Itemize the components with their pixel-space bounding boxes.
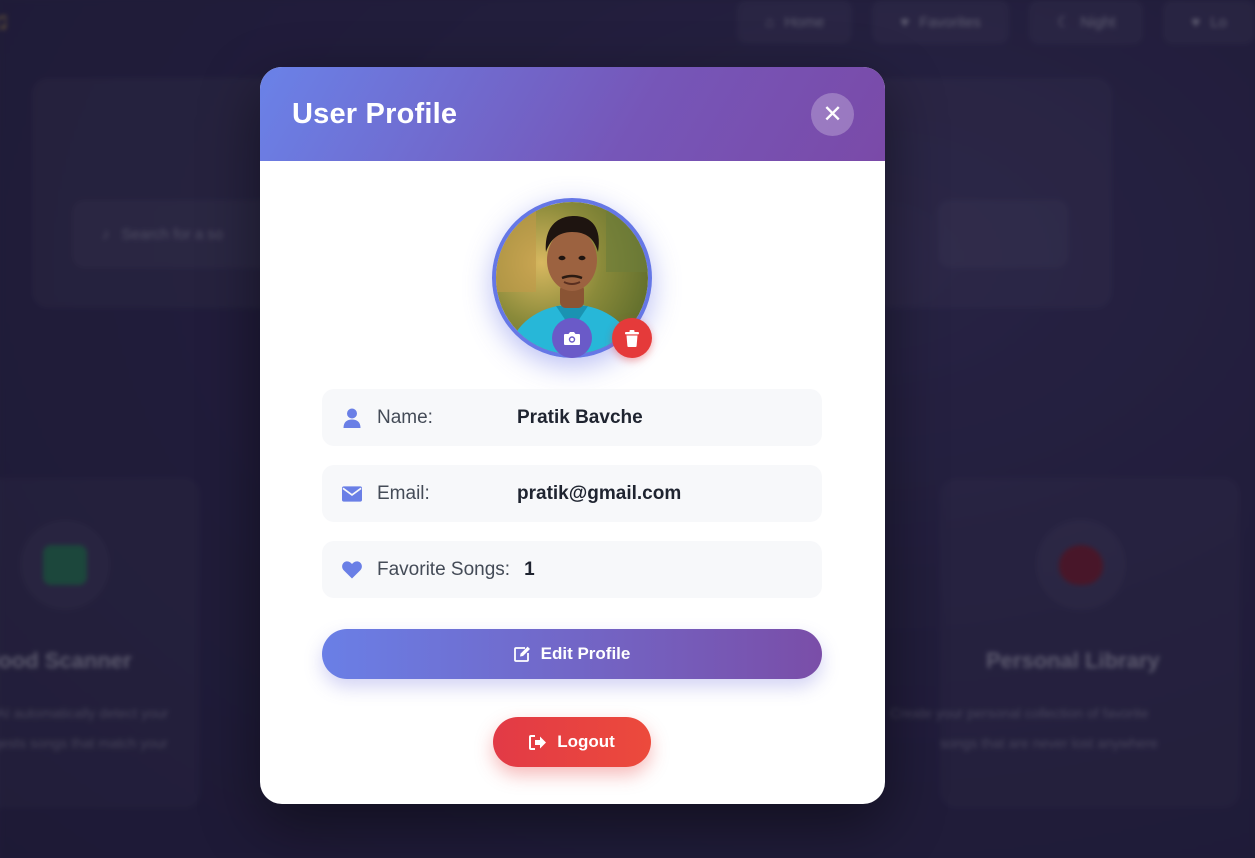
favorites-count: 1 <box>524 558 535 580</box>
camera-icon <box>564 332 580 345</box>
edit-profile-label: Edit Profile <box>540 644 631 663</box>
edit-icon <box>513 646 530 662</box>
delete-photo-button[interactable] <box>612 318 652 358</box>
email-row: Email: pratik@gmail.com <box>322 465 822 522</box>
logout-label: Logout <box>557 732 615 751</box>
favorites-label: Favorite Songs: <box>377 558 511 580</box>
avatar-section <box>492 198 652 358</box>
heart-icon <box>342 560 362 580</box>
name-row: Name: Pratik Bavche <box>322 389 822 446</box>
favorites-row: Favorite Songs: 1 <box>322 541 822 598</box>
email-label: Email: <box>377 482 430 504</box>
name-value: Pratik Bavche <box>517 406 643 428</box>
user-profile-modal: User Profile ✕ Name: Pratik Bavche Email… <box>260 67 885 804</box>
logout-button[interactable]: Logout <box>493 717 651 767</box>
change-photo-button[interactable] <box>552 318 592 358</box>
envelope-icon <box>342 484 362 504</box>
email-value: pratik@gmail.com <box>517 482 682 504</box>
close-button[interactable]: ✕ <box>811 92 854 136</box>
name-label: Name: <box>377 406 433 428</box>
close-icon: ✕ <box>822 100 843 128</box>
trash-icon <box>625 329 639 347</box>
logout-icon <box>529 734 547 750</box>
modal-title: User Profile <box>292 97 458 130</box>
modal-header: User Profile ✕ <box>260 67 885 161</box>
user-icon <box>342 408 362 428</box>
edit-profile-button[interactable]: Edit Profile <box>322 629 822 679</box>
